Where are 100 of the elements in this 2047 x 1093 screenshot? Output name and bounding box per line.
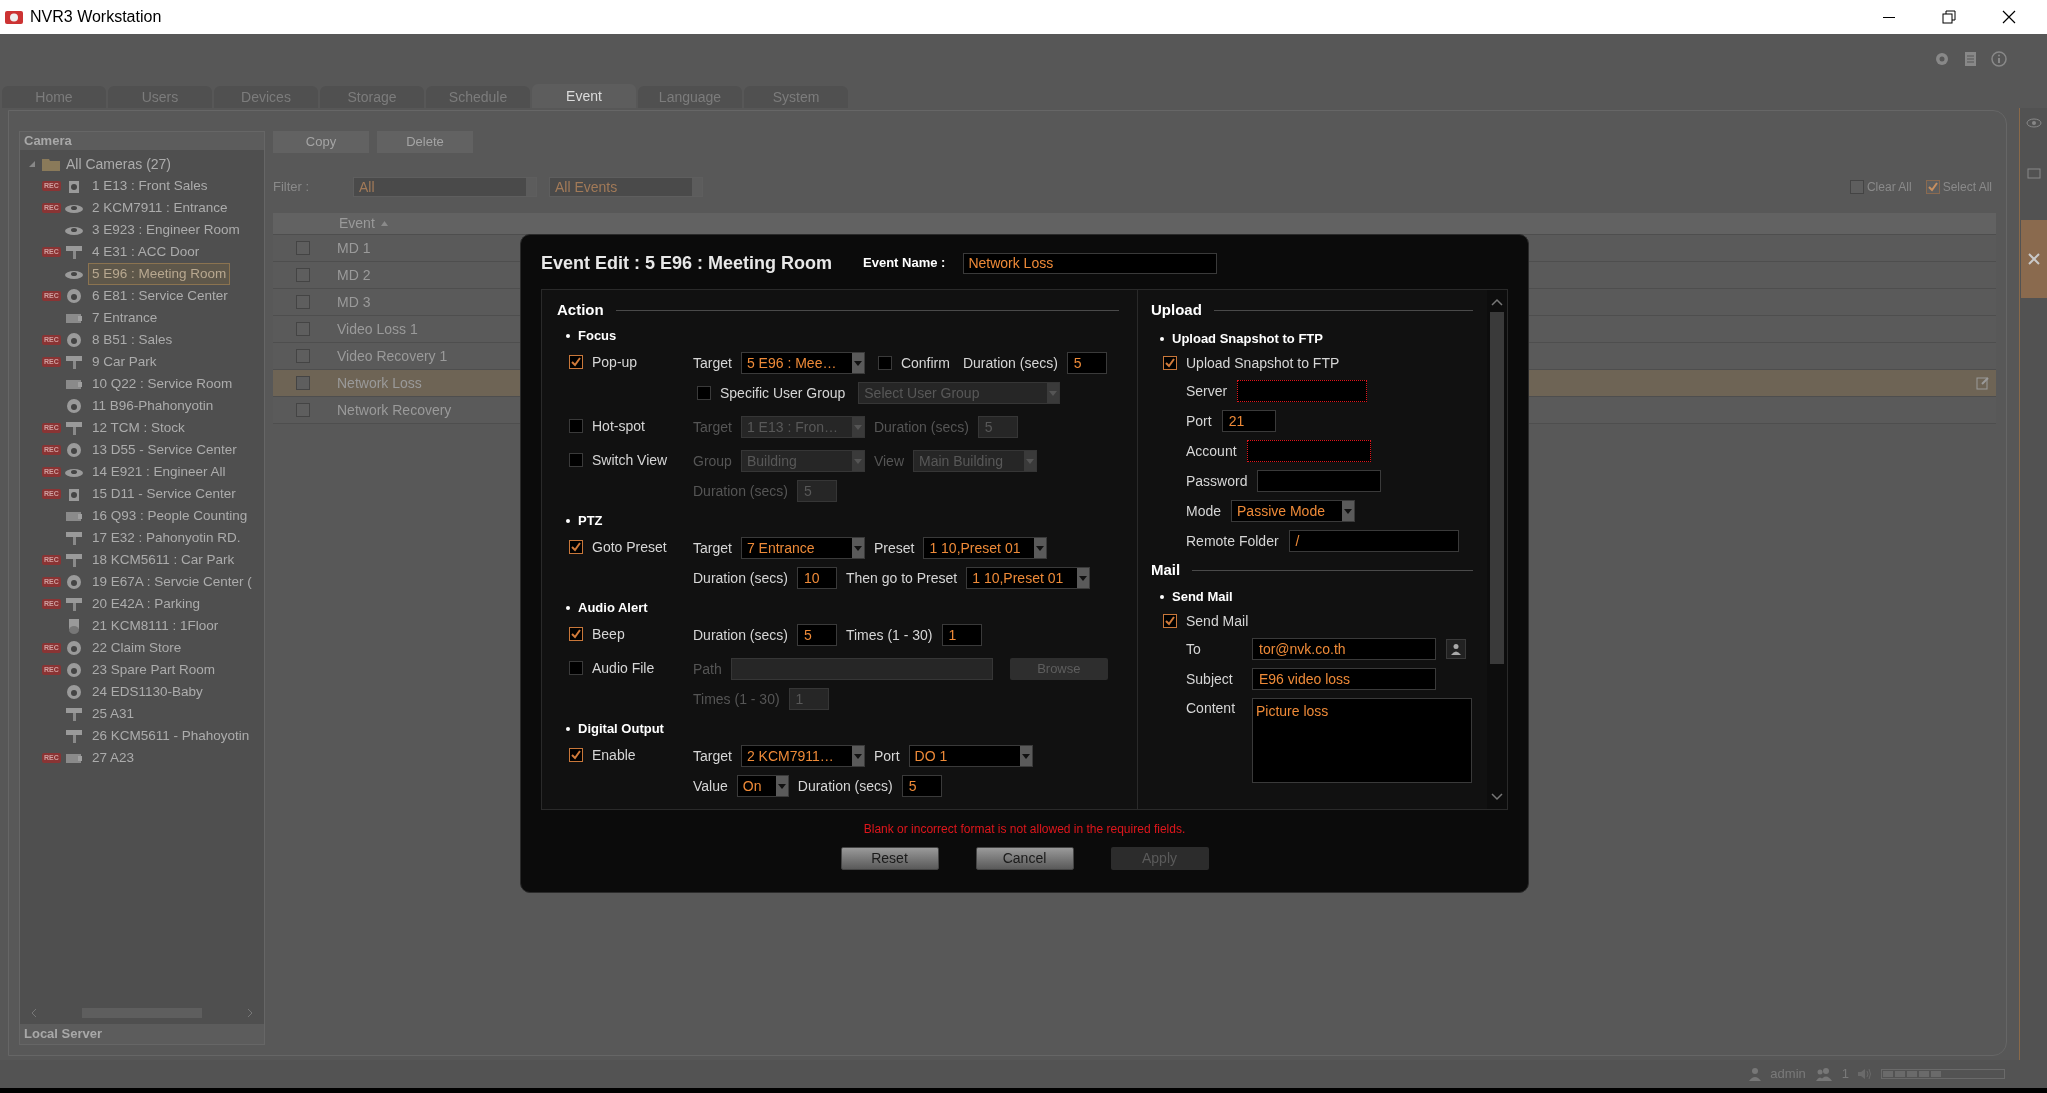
- checkbox[interactable]: [296, 295, 310, 309]
- event-name-field[interactable]: Network Loss: [963, 252, 1218, 274]
- input-field[interactable]: 5: [796, 624, 837, 646]
- section-heading: Focus: [578, 327, 617, 346]
- checkbox[interactable]: [697, 386, 711, 400]
- input-field[interactable]: [1246, 440, 1371, 462]
- checkbox[interactable]: [296, 322, 310, 336]
- checkbox[interactable]: [569, 355, 583, 369]
- expand-icon[interactable]: [28, 160, 36, 168]
- checkbox[interactable]: [296, 376, 310, 390]
- scroll-down-icon[interactable]: [1491, 793, 1503, 801]
- filter-dropdown[interactable]: All: [353, 177, 537, 197]
- input-field[interactable]: [1237, 380, 1368, 402]
- tools-tab[interactable]: [2020, 220, 2047, 298]
- checkbox[interactable]: [569, 748, 583, 762]
- dropdown[interactable]: On: [736, 775, 789, 797]
- content-field[interactable]: Picture loss: [1252, 698, 1472, 783]
- dropdown[interactable]: 7 Entrance: [740, 537, 865, 559]
- tree-item[interactable]: 18 KCM5611 : Car Park: [88, 548, 239, 572]
- tree-item[interactable]: 14 E921 : Engineer All: [88, 460, 230, 484]
- column-header[interactable]: Event: [339, 213, 375, 234]
- toolbar-button[interactable]: Copy: [273, 131, 369, 153]
- checkbox[interactable]: [569, 453, 583, 467]
- input-field[interactable]: 10: [796, 567, 837, 589]
- tree-item[interactable]: 21 KCM8111 : 1Floor: [88, 614, 223, 638]
- tree-item[interactable]: 24 EDS1130-Baby: [88, 680, 207, 704]
- dropdown[interactable]: 2 KCM7911…: [740, 745, 865, 767]
- checkbox[interactable]: [569, 627, 583, 641]
- info-icon[interactable]: [1991, 51, 2007, 67]
- monitor-icon[interactable]: [2026, 168, 2041, 180]
- tree-item[interactable]: 15 D11 - Service Center: [88, 482, 240, 506]
- scroll-up-icon[interactable]: [1491, 298, 1503, 306]
- field-label: Account: [1186, 441, 1237, 461]
- dropdown[interactable]: Passive Mode: [1231, 500, 1356, 522]
- tree-item[interactable]: 20 E42A : Parking: [88, 592, 205, 616]
- contact-button[interactable]: [1446, 639, 1466, 659]
- dialog-button[interactable]: Reset: [840, 847, 939, 870]
- dropdown[interactable]: 1 10,Preset 01: [923, 537, 1048, 559]
- checkbox[interactable]: [877, 356, 892, 370]
- horizontal-scrollbar[interactable]: [30, 1006, 254, 1020]
- input-field[interactable]: 5: [901, 775, 942, 797]
- tree-item[interactable]: 23 Spare Part Room: [88, 658, 220, 682]
- dropdown[interactable]: 1 10,Preset 01: [966, 567, 1091, 589]
- checkbox[interactable]: [296, 349, 310, 363]
- tree-item[interactable]: 13 D55 - Service Center: [88, 438, 241, 462]
- checkbox[interactable]: [296, 268, 310, 282]
- tree-item[interactable]: 19 E67A : Servcie Center (: [88, 570, 256, 594]
- edit-icon[interactable]: [1976, 376, 1990, 390]
- input-field[interactable]: E96 video loss: [1252, 668, 1436, 690]
- tree-item[interactable]: 5 E96 : Meeting Room: [88, 262, 231, 286]
- scroll-left-icon[interactable]: [30, 1008, 38, 1018]
- checkbox-label: Upload Snapshot to FTP: [1186, 353, 1340, 373]
- checkbox-label: Beep: [592, 624, 625, 644]
- tree-item[interactable]: 1 E13 : Front Sales: [88, 174, 212, 198]
- checkbox[interactable]: [569, 419, 583, 433]
- field-label: View: [873, 451, 904, 471]
- checkbox[interactable]: [296, 403, 310, 417]
- input-field[interactable]: [1257, 470, 1382, 492]
- tree-item[interactable]: 7 Entrance: [88, 306, 162, 330]
- checkbox[interactable]: [1925, 180, 1940, 194]
- input-field[interactable]: /: [1288, 530, 1459, 552]
- checkbox[interactable]: [569, 540, 583, 554]
- dropdown[interactable]: DO 1: [908, 745, 1033, 767]
- tree-item[interactable]: 3 E923 : Engineer Room: [88, 218, 244, 242]
- tree-item[interactable]: 26 KCM5611 - Phahoyotin: [88, 724, 254, 748]
- tree-item[interactable]: 6 E81 : Service Center: [88, 284, 232, 308]
- scrollbar-thumb[interactable]: [1490, 312, 1504, 664]
- tree-item[interactable]: 8 B51 : Sales: [88, 328, 177, 352]
- checkbox[interactable]: [569, 661, 583, 675]
- dialog-button[interactable]: Cancel: [975, 847, 1074, 870]
- checkbox[interactable]: [296, 241, 310, 255]
- input-field[interactable]: 5: [1066, 352, 1107, 374]
- document-icon[interactable]: [1964, 51, 1977, 67]
- tree-item[interactable]: 27 A23: [88, 746, 139, 770]
- tree-item[interactable]: 9 Car Park: [88, 350, 161, 374]
- tree-item[interactable]: 4 E31 : ACC Door: [88, 240, 204, 264]
- input-field[interactable]: 1: [941, 624, 982, 646]
- tree-item[interactable]: 22 Claim Store: [88, 636, 186, 660]
- scroll-right-icon[interactable]: [246, 1008, 254, 1018]
- tab[interactable]: Event: [532, 84, 636, 108]
- settings-icon[interactable]: [1934, 51, 1950, 67]
- dropdown[interactable]: 5 E96 : Mee…: [740, 352, 865, 374]
- toolbar-button[interactable]: Delete: [377, 131, 473, 153]
- vertical-scrollbar[interactable]: [1487, 290, 1507, 809]
- tree-item[interactable]: 11 B96-Phahonyotin: [88, 394, 218, 418]
- camera-icon: [64, 398, 84, 414]
- tree-item[interactable]: 10 Q22 : Service Room: [88, 372, 237, 396]
- tree-item[interactable]: 12 TCM : Stock: [88, 416, 189, 440]
- tree-item[interactable]: 25 A31: [88, 702, 139, 726]
- checkbox[interactable]: [1849, 180, 1864, 194]
- tree-item[interactable]: 2 KCM7911 : Entrance: [88, 196, 232, 220]
- tree-item[interactable]: 17 E32 : Pahonyotin RD.: [88, 526, 245, 550]
- eye-icon[interactable]: [2025, 118, 2042, 128]
- input-field[interactable]: tor@nvk.co.th: [1252, 638, 1436, 660]
- tree-item[interactable]: 16 Q93 : People Counting: [88, 504, 252, 528]
- checkbox[interactable]: [1163, 356, 1177, 370]
- filter-dropdown[interactable]: All Events: [549, 177, 703, 197]
- input-field[interactable]: 21: [1221, 410, 1276, 432]
- checkbox[interactable]: [1163, 614, 1177, 628]
- tree-item[interactable]: All Cameras (27): [66, 153, 172, 175]
